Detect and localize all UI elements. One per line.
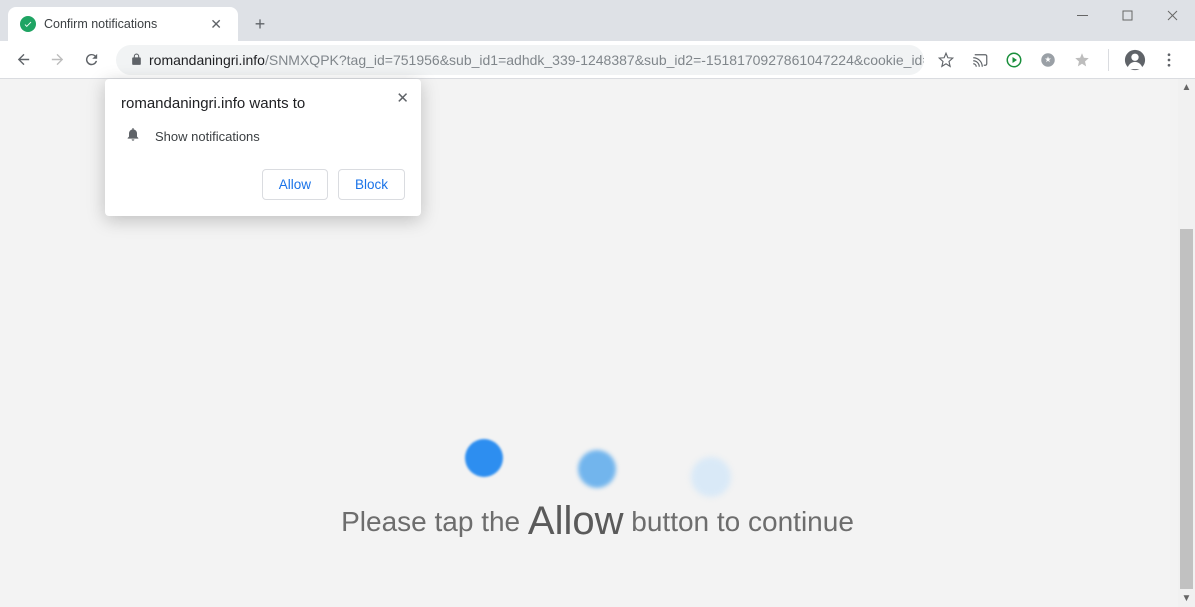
scroll-down-arrow[interactable]: ▼ [1178, 590, 1195, 607]
new-tab-button[interactable]: + [246, 10, 274, 38]
permission-option-text: Show notifications [155, 129, 260, 144]
scrollbar-thumb[interactable] [1180, 229, 1193, 589]
profile-avatar-icon[interactable] [1123, 48, 1147, 72]
prompt-suffix: button to continue [624, 506, 854, 537]
loader-dot [465, 439, 503, 477]
loading-dots [465, 419, 731, 497]
vertical-scrollbar[interactable]: ▲ ▼ [1178, 79, 1195, 607]
toolbar: romandaningri.info/SNMXQPK?tag_id=751956… [0, 41, 1195, 79]
page-prompt-text: Please tap the Allow button to continue [0, 499, 1195, 544]
close-window-button[interactable] [1150, 0, 1195, 30]
close-popup-icon[interactable]: ✕ [396, 89, 409, 107]
minimize-button[interactable] [1060, 0, 1105, 30]
maximize-button[interactable] [1105, 0, 1150, 30]
extension-circle-icon[interactable] [1036, 48, 1060, 72]
bell-icon [125, 126, 141, 147]
star-outline-icon[interactable] [1070, 48, 1094, 72]
forward-button[interactable] [42, 45, 72, 75]
scroll-up-arrow[interactable]: ▲ [1178, 79, 1195, 96]
extension-icons [962, 48, 1187, 72]
allow-button[interactable]: Allow [262, 169, 328, 200]
cast-icon[interactable] [968, 48, 992, 72]
block-button[interactable]: Block [338, 169, 405, 200]
checkmark-icon [20, 16, 36, 32]
address-bar[interactable]: romandaningri.info/SNMXQPK?tag_id=751956… [116, 45, 924, 75]
titlebar: Confirm notifications ✕ + [0, 0, 1195, 41]
prompt-bold: Allow [528, 499, 624, 543]
permission-title: romandaningri.info wants to [121, 95, 405, 112]
notification-permission-popup: ✕ romandaningri.info wants to Show notif… [105, 79, 421, 216]
bookmark-star-icon[interactable] [934, 48, 958, 72]
lock-icon [130, 53, 143, 66]
loader-dot [691, 457, 731, 497]
url-host: romandaningri.info [149, 52, 265, 68]
prompt-prefix: Please tap the [341, 506, 528, 537]
close-tab-icon[interactable]: ✕ [206, 14, 226, 35]
divider [1108, 49, 1109, 71]
url-path: /SNMXQPK?tag_id=751956&sub_id1=adhdk_339… [265, 52, 924, 68]
play-circle-icon[interactable] [1002, 48, 1026, 72]
back-button[interactable] [8, 45, 38, 75]
tab-title: Confirm notifications [44, 17, 206, 31]
reload-button[interactable] [76, 45, 106, 75]
menu-dots-icon[interactable] [1157, 48, 1181, 72]
permission-row: Show notifications [121, 126, 405, 147]
browser-tab[interactable]: Confirm notifications ✕ [8, 7, 238, 41]
window-controls [1060, 0, 1195, 30]
loader-dot [578, 450, 616, 488]
